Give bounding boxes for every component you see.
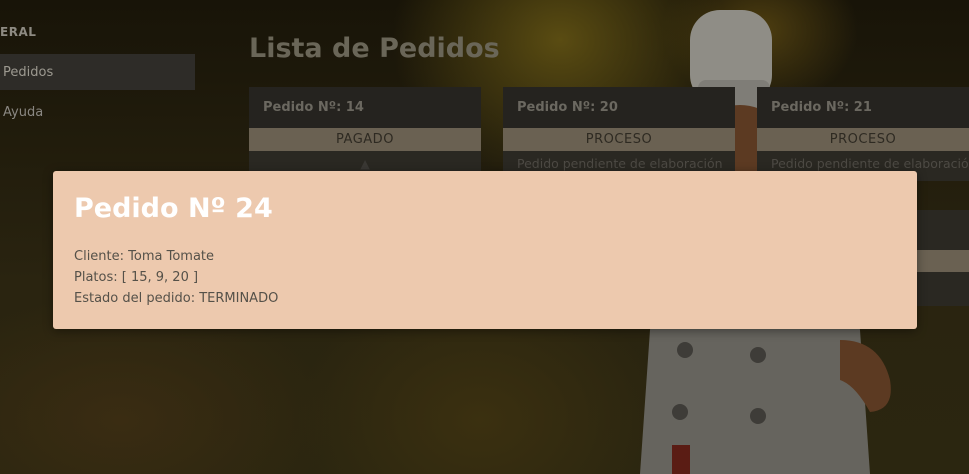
order-status-badge: PROCESO [757, 128, 969, 151]
order-card[interactable]: Pedido Nº: 14 PAGADO ▲ [249, 87, 481, 181]
order-card-header [916, 210, 969, 250]
sidebar-item-pedidos[interactable]: Pedidos [0, 54, 195, 90]
page-title: Lista de Pedidos [249, 33, 500, 64]
order-card-body [916, 272, 969, 306]
order-status-badge: PROCESO [503, 128, 735, 151]
order-status-badge: PAGADO [249, 128, 481, 151]
order-detail-modal[interactable]: Pedido Nº 24 Cliente: Toma Tomate Platos… [53, 171, 917, 329]
sidebar-item-label: Ayuda [3, 104, 44, 120]
order-icon: ▲ [360, 156, 370, 171]
modal-client: Cliente: Toma Tomate [74, 249, 215, 264]
order-card-header: Pedido Nº: 14 [249, 87, 481, 128]
order-status-badge [916, 250, 969, 272]
order-card-header: Pedido Nº: 21 [757, 87, 969, 128]
order-card[interactable]: Pedido Nº: 20 PROCESO Pedido pendiente d… [503, 87, 735, 181]
modal-status: Estado del pedido: TERMINADO [74, 291, 279, 306]
modal-title: Pedido Nº 24 [74, 193, 273, 224]
modal-dishes: Platos: [ 15, 9, 20 ] [74, 270, 199, 285]
order-card[interactable]: Pedido Nº: 21 PROCESO Pedido pendiente d… [757, 87, 969, 181]
order-card-header: Pedido Nº: 20 [503, 87, 735, 128]
sidebar-section-title: ERAL [0, 25, 37, 39]
sidebar-item-ayuda[interactable]: Ayuda [0, 94, 195, 130]
sidebar-item-label: Pedidos [3, 64, 54, 80]
